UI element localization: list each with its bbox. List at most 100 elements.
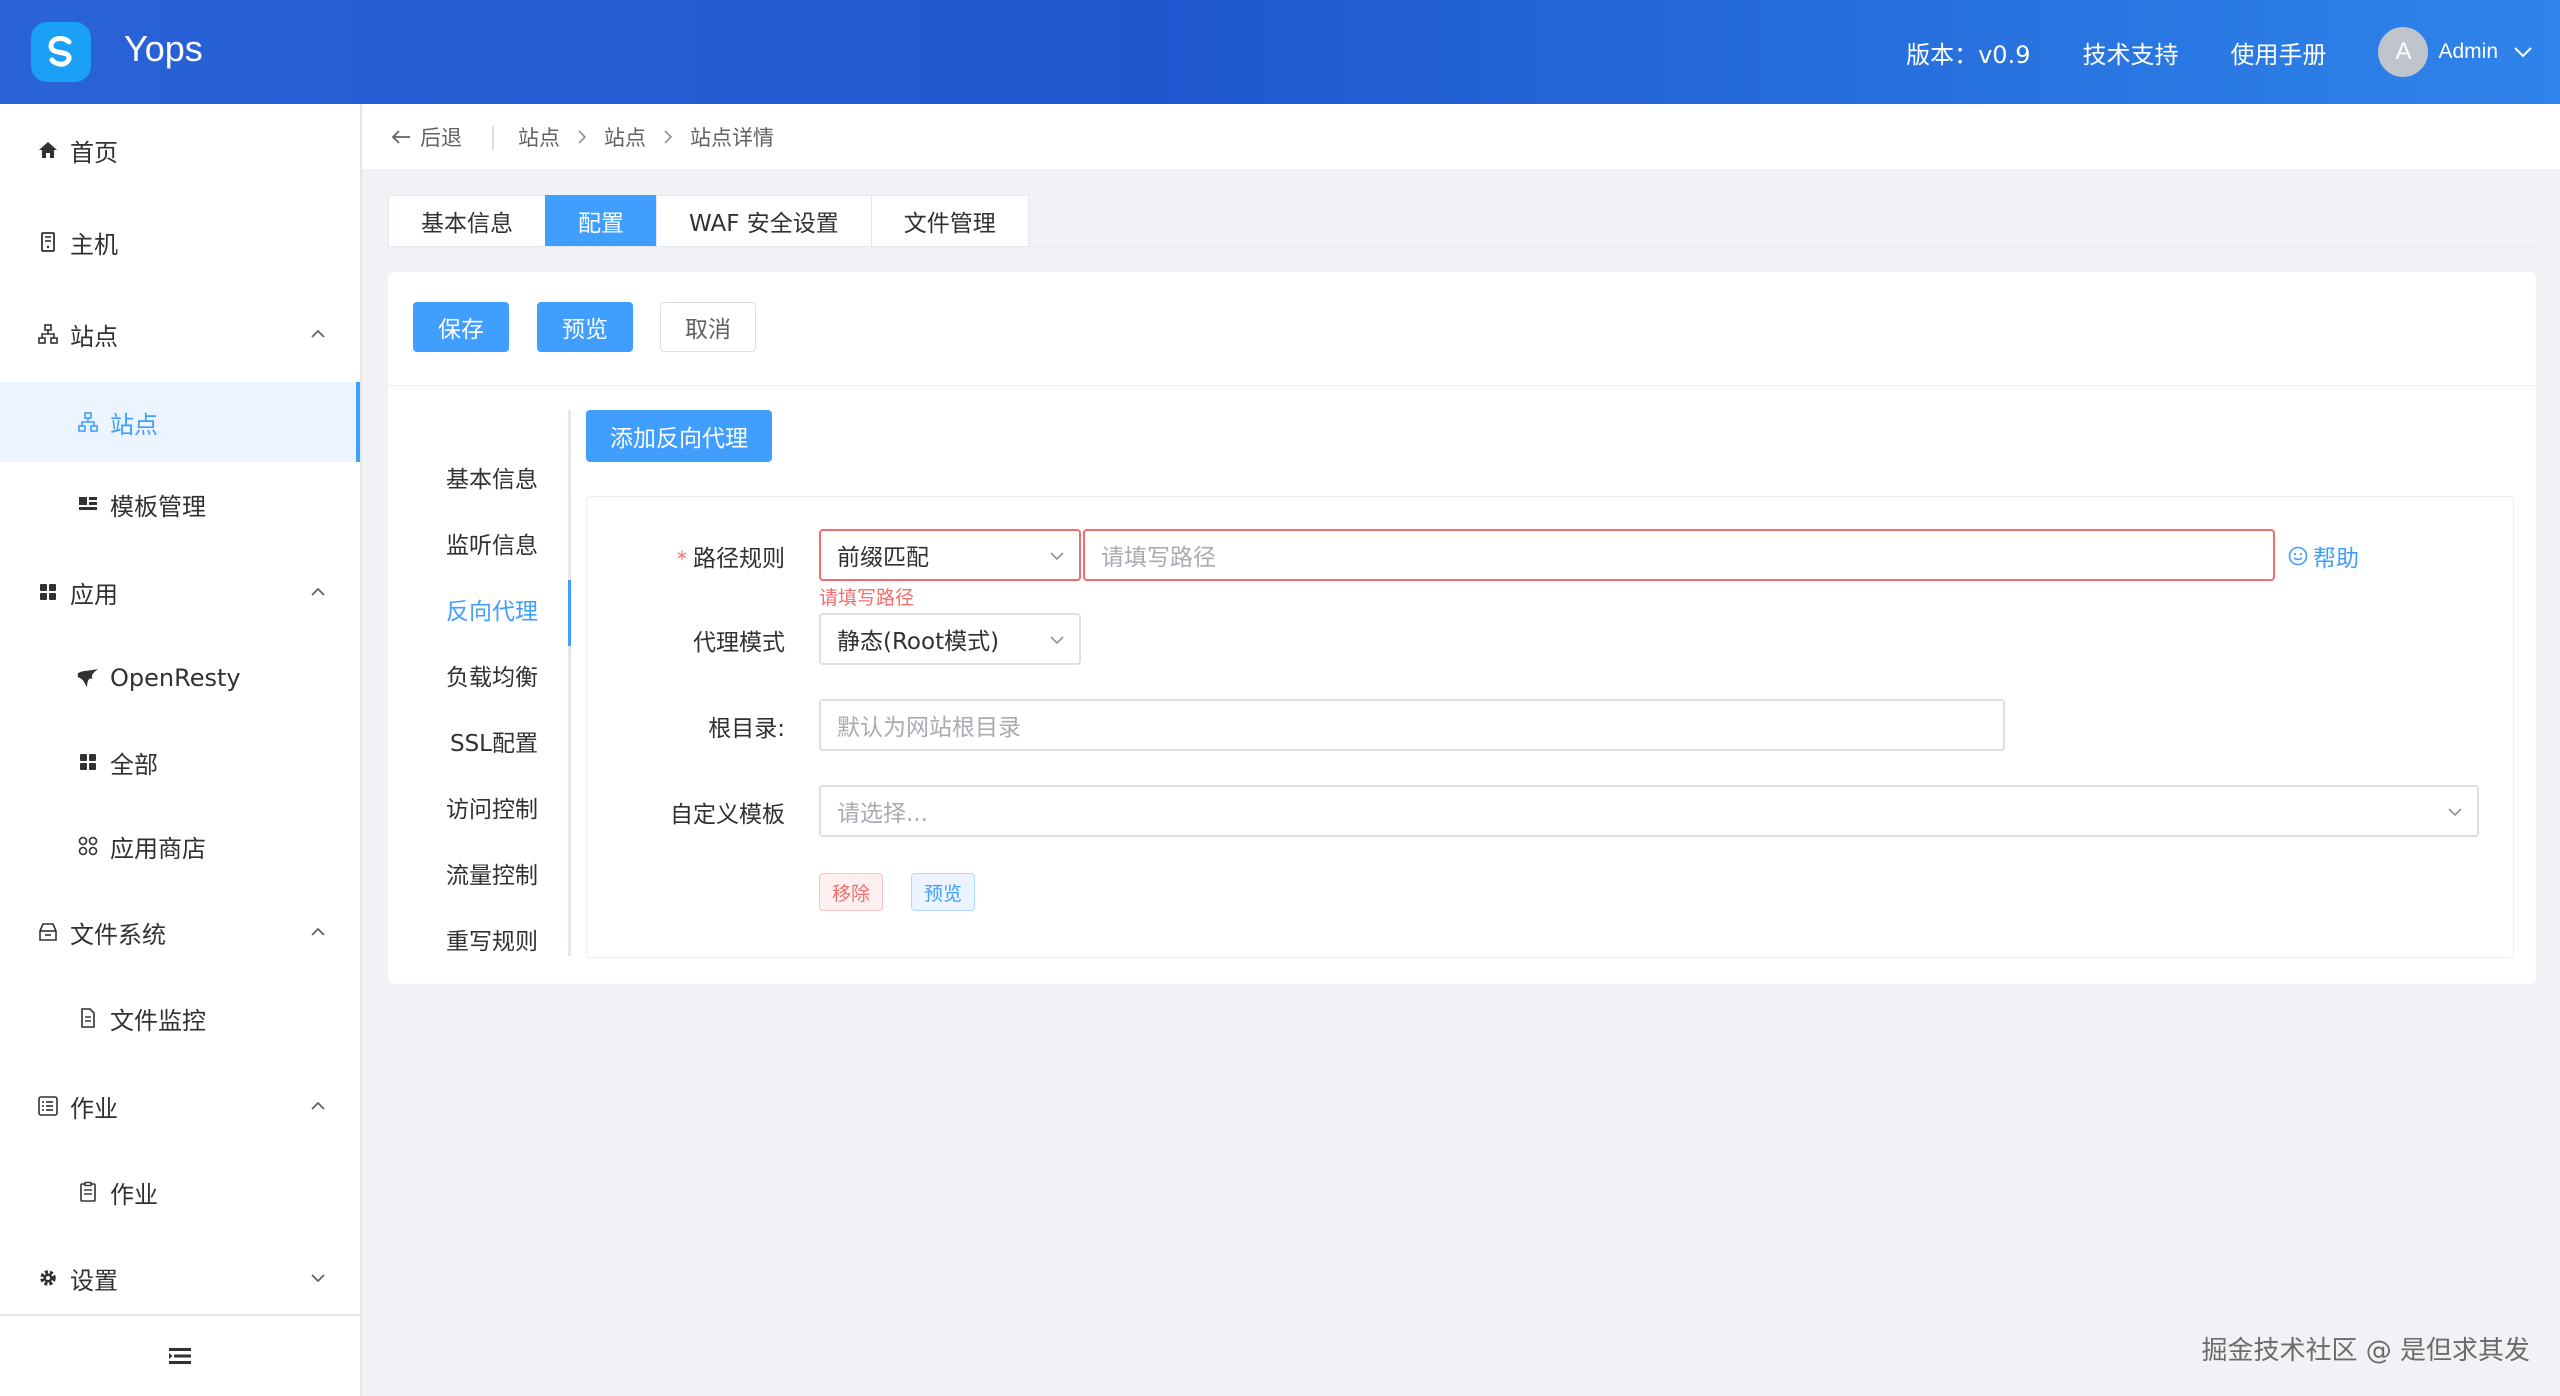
- collapse-menu-icon[interactable]: [167, 1345, 193, 1367]
- sidebar-item-openresty[interactable]: OpenResty: [0, 638, 360, 718]
- chevron-up-icon[interactable]: [308, 1096, 328, 1116]
- chevron-up-icon[interactable]: [308, 582, 328, 602]
- sidebar: 首页 主机 站点 站点 模板管理 应用 OpenResty 全部 应用商店 文件…: [0, 104, 362, 1396]
- custom-template-label: 自定义模板: [670, 802, 785, 828]
- gear-icon: [36, 1266, 60, 1290]
- task-list-icon: [36, 1094, 60, 1118]
- sidebar-item-label: 文件监控: [110, 1006, 206, 1035]
- back-button[interactable]: 后退: [390, 122, 462, 152]
- chevron-down-icon: [2448, 808, 2462, 817]
- sitemap-icon: [36, 322, 60, 346]
- chevron-down-icon: [1050, 552, 1064, 561]
- sub-nav-access-control[interactable]: 访问控制: [446, 790, 538, 824]
- path-rule-label: * 路径规则: [677, 546, 785, 572]
- support-link[interactable]: 技术支持: [2082, 35, 2178, 70]
- chevron-up-icon[interactable]: [308, 324, 328, 344]
- sidebar-item-label: 作业: [110, 1180, 158, 1209]
- sub-nav-basic-info[interactable]: 基本信息: [446, 460, 538, 494]
- apps-icon: [36, 580, 60, 604]
- sidebar-item-app-store[interactable]: 应用商店: [0, 806, 360, 886]
- add-reverse-proxy-button[interactable]: 添加反向代理: [586, 410, 772, 462]
- breadcrumb-bar: 后退 站点 站点 站点详情: [362, 104, 2560, 170]
- sidebar-group-jobs[interactable]: 作业: [0, 1066, 360, 1146]
- preview-proxy-button[interactable]: 预览: [911, 873, 976, 911]
- smile-icon: [2288, 546, 2308, 566]
- tab-basic-info[interactable]: 基本信息: [388, 195, 545, 247]
- apps-icon: [76, 750, 100, 774]
- path-rule-value: 前缀匹配: [837, 545, 929, 571]
- sitemap-icon: [76, 410, 100, 434]
- breadcrumb-divider: [492, 126, 494, 150]
- sub-nav-load-balance[interactable]: 负载均衡: [446, 658, 538, 692]
- sidebar-item-label: 应用: [70, 580, 118, 609]
- user-name[interactable]: Admin: [2438, 40, 2498, 64]
- sub-nav-rewrite-rules[interactable]: 重写规则: [446, 922, 538, 956]
- store-icon: [76, 834, 100, 858]
- sidebar-group-sites[interactable]: 站点: [0, 294, 360, 374]
- sidebar-item-home[interactable]: 首页: [0, 110, 360, 190]
- remove-proxy-button[interactable]: 移除: [819, 873, 884, 911]
- back-label: 后退: [420, 125, 462, 150]
- chevron-right-icon: [664, 129, 673, 144]
- config-sub-nav: 基本信息 监听信息 反向代理 负载均衡 SSL配置 访问控制 流量控制 重写规则: [388, 410, 571, 956]
- sidebar-collapse-button[interactable]: [0, 1314, 360, 1396]
- sidebar-item-label: 主机: [70, 230, 118, 259]
- config-card: 保存 预览 取消 基本信息 监听信息 反向代理 负载均衡 SSL配置 访问控制 …: [388, 272, 2536, 984]
- proxy-mode-label: 代理模式: [693, 630, 785, 656]
- chevron-right-icon: [578, 129, 587, 144]
- proxy-mode-select[interactable]: 静态(Root模式): [819, 613, 1081, 665]
- breadcrumb-item-current: 站点详情: [690, 125, 774, 150]
- custom-template-placeholder: 请选择...: [837, 801, 928, 827]
- version-label: 版本：v0.9: [1906, 40, 2031, 69]
- template-icon: [76, 492, 100, 516]
- sidebar-item-label: 全部: [110, 750, 158, 779]
- custom-template-select[interactable]: 请选择...: [819, 785, 2479, 837]
- root-dir-input[interactable]: 默认为网站根目录: [819, 699, 2005, 751]
- chevron-up-icon[interactable]: [308, 922, 328, 942]
- tabs-underline: [388, 246, 2536, 247]
- arrow-left-icon: [391, 129, 410, 144]
- sub-nav-listen-info[interactable]: 监听信息: [446, 526, 538, 560]
- sub-nav-traffic-control[interactable]: 流量控制: [446, 856, 538, 890]
- sub-nav-ssl[interactable]: SSL配置: [450, 724, 538, 758]
- file-monitor-icon: [76, 1006, 100, 1030]
- sidebar-item-all-apps[interactable]: 全部: [0, 722, 360, 802]
- tab-config[interactable]: 配置: [545, 195, 656, 247]
- help-link[interactable]: 帮助: [2287, 539, 2359, 573]
- chevron-down-icon[interactable]: [2512, 41, 2534, 63]
- breadcrumb-item[interactable]: 站点: [518, 122, 560, 152]
- sidebar-item-label: 模板管理: [110, 492, 206, 521]
- sidebar-item-label: 应用商店: [110, 834, 206, 863]
- save-button[interactable]: 保存: [413, 302, 509, 352]
- cancel-button[interactable]: 取消: [660, 302, 756, 352]
- watermark: 掘金技术社区 @ 是但求其发: [2201, 1336, 2530, 1366]
- sidebar-item-label: OpenResty: [110, 664, 241, 692]
- chevron-down-icon[interactable]: [308, 1268, 328, 1288]
- sidebar-group-apps[interactable]: 应用: [0, 552, 360, 632]
- openresty-icon: [76, 666, 100, 690]
- top-header: Yops 版本：v0.9 技术支持 使用手册 A Admin: [0, 0, 2560, 104]
- path-input[interactable]: 请填写路径: [1083, 529, 2275, 581]
- clipboard-icon: [76, 1180, 100, 1204]
- path-rule-select[interactable]: 前缀匹配: [819, 529, 1081, 581]
- sidebar-item-hosts[interactable]: 主机: [0, 202, 360, 282]
- sidebar-item-templates[interactable]: 模板管理: [0, 464, 360, 544]
- app-logo-icon[interactable]: [31, 22, 91, 82]
- detail-tabs: 基本信息 配置 WAF 安全设置 文件管理: [388, 195, 1029, 247]
- sidebar-item-sites[interactable]: 站点: [0, 382, 360, 462]
- sub-nav-reverse-proxy[interactable]: 反向代理: [446, 592, 538, 626]
- tab-waf[interactable]: WAF 安全设置: [656, 195, 871, 247]
- sidebar-item-file-monitor[interactable]: 文件监控: [0, 978, 360, 1058]
- sidebar-item-label: 首页: [70, 138, 118, 167]
- sidebar-group-filesystem[interactable]: 文件系统: [0, 892, 360, 972]
- help-label: 帮助: [2313, 546, 2359, 572]
- tab-file-management[interactable]: 文件管理: [870, 195, 1029, 247]
- path-error-tip: 请填写路径: [819, 587, 915, 609]
- avatar[interactable]: A: [2378, 27, 2429, 77]
- sidebar-item-jobs[interactable]: 作业: [0, 1152, 360, 1232]
- breadcrumb-item[interactable]: 站点: [604, 122, 646, 152]
- sidebar-group-settings[interactable]: 设置: [0, 1238, 360, 1318]
- manual-link[interactable]: 使用手册: [2230, 35, 2326, 70]
- reverse-proxy-form: * 路径规则 前缀匹配 请填写路径 请填写路径 帮助 代理模式 静态(Root模式…: [586, 496, 2514, 958]
- preview-button[interactable]: 预览: [537, 302, 633, 352]
